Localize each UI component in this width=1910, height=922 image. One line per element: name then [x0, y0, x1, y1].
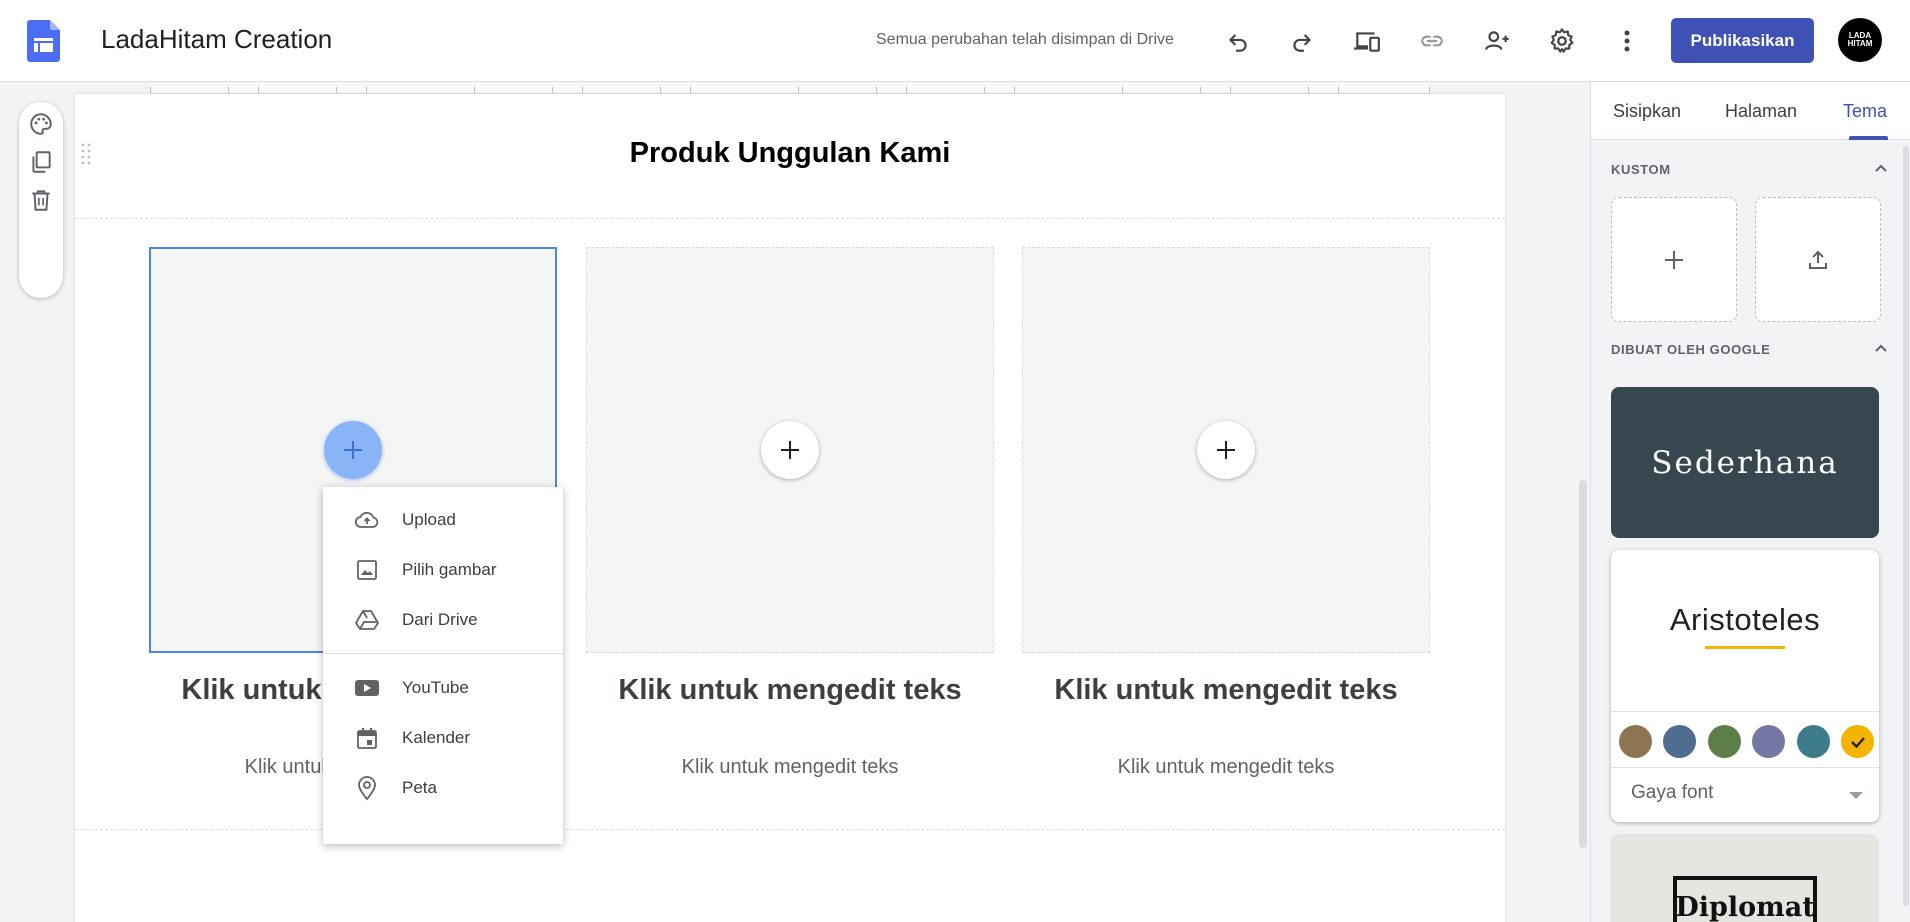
- avatar[interactable]: LADA HITAM: [1838, 18, 1882, 62]
- publish-button[interactable]: Publikasikan: [1671, 18, 1814, 63]
- insert-image-menu: Upload Pilih gambar Dari Drive YouTube K…: [323, 487, 563, 844]
- app-header: LadaHitam Creation Semua perubahan telah…: [0, 0, 1910, 82]
- menu-item-youtube[interactable]: YouTube: [323, 663, 563, 713]
- color-swatch[interactable]: [1619, 725, 1652, 758]
- section-divider: [75, 829, 1505, 830]
- panel-scrollbar[interactable]: [1903, 146, 1909, 906]
- card-text[interactable]: Klik untuk mengedit teks: [1022, 756, 1430, 779]
- theme-aristoteles[interactable]: Aristoteles Gaya font: [1611, 550, 1879, 822]
- map-pin-icon: [353, 774, 381, 802]
- theme-accent-underline: [1705, 646, 1785, 649]
- card-heading[interactable]: Klik untuk mengedit teks: [1022, 674, 1430, 707]
- more-vert-icon[interactable]: [1607, 21, 1647, 61]
- color-swatch[interactable]: [1752, 725, 1785, 758]
- add-image-button[interactable]: [324, 421, 382, 479]
- menu-item-peta[interactable]: Peta: [323, 763, 563, 813]
- preview-devices-icon[interactable]: [1347, 21, 1387, 61]
- color-swatch[interactable]: [1663, 725, 1696, 758]
- image-placeholder[interactable]: [1022, 247, 1430, 653]
- plus-icon: [1665, 250, 1683, 269]
- color-swatch-row: [1611, 711, 1879, 768]
- menu-item-dari-drive[interactable]: Dari Drive: [323, 595, 563, 645]
- upload-theme-button[interactable]: [1755, 197, 1881, 322]
- add-image-button[interactable]: [1197, 421, 1255, 479]
- group-label-google: DIBUAT OLEH GOOGLE: [1611, 342, 1771, 357]
- group-label-kustom: KUSTOM: [1611, 162, 1671, 177]
- theme-name: Aristoteles: [1669, 602, 1821, 637]
- editor-canvas: Produk Unggulan Kami Klik untuk mengedit…: [0, 82, 1590, 922]
- image-placeholder[interactable]: [586, 247, 994, 653]
- tab-halaman[interactable]: Halaman: [1725, 101, 1797, 122]
- cloud-upload-icon: [353, 506, 381, 534]
- link-icon[interactable]: [1412, 21, 1452, 61]
- menu-item-label: Kalender: [402, 728, 471, 747]
- delete-icon[interactable]: [27, 186, 55, 214]
- menu-item-label: Pilih gambar: [402, 560, 497, 579]
- section-toolbar: [19, 102, 63, 298]
- chevron-up-icon[interactable]: [1873, 340, 1889, 356]
- palette-icon[interactable]: [27, 110, 55, 138]
- menu-item-pilih-gambar[interactable]: Pilih gambar: [323, 545, 563, 595]
- menu-item-label: Peta: [402, 778, 437, 797]
- ruler: [150, 82, 1430, 94]
- menu-item-label: Dari Drive: [402, 610, 478, 629]
- add-image-button[interactable]: [761, 421, 819, 479]
- site-title[interactable]: LadaHitam Creation: [101, 24, 332, 55]
- tab-tema[interactable]: Tema: [1843, 101, 1887, 122]
- image-icon: [353, 556, 381, 584]
- youtube-icon: [353, 674, 381, 702]
- side-panel: Sisipkan Halaman Tema KUSTOM DIBUAT OLEH…: [1590, 82, 1910, 922]
- menu-divider: [323, 653, 563, 654]
- section-divider: [75, 218, 1505, 219]
- card-text[interactable]: Klik untuk mengedit teks: [586, 756, 994, 779]
- menu-item-label: Upload: [402, 510, 456, 529]
- add-custom-theme-button[interactable]: [1611, 197, 1737, 322]
- color-swatch[interactable]: [1708, 725, 1741, 758]
- menu-item-upload[interactable]: Upload: [323, 495, 563, 545]
- share-person-add-icon[interactable]: [1477, 21, 1517, 61]
- color-swatch-selected[interactable]: [1841, 725, 1874, 758]
- chevron-up-icon[interactable]: [1873, 160, 1889, 176]
- theme-sederhana[interactable]: Sederhana: [1611, 387, 1879, 538]
- upload-icon: [1809, 250, 1827, 269]
- theme-name: Diplomat: [1673, 876, 1817, 922]
- menu-item-label: YouTube: [402, 678, 469, 697]
- settings-gear-icon[interactable]: [1542, 21, 1582, 61]
- undo-icon[interactable]: [1218, 21, 1258, 61]
- duplicate-icon[interactable]: [27, 148, 55, 176]
- theme-diplomat[interactable]: Diplomat: [1611, 834, 1879, 922]
- dropdown-arrow-icon[interactable]: [1849, 792, 1863, 799]
- menu-item-kalender[interactable]: Kalender: [323, 713, 563, 763]
- sites-logo-icon[interactable]: [27, 20, 60, 62]
- card-heading[interactable]: Klik untuk mengedit teks: [586, 674, 994, 707]
- redo-icon[interactable]: [1282, 21, 1322, 61]
- drive-icon: [353, 606, 381, 634]
- font-style-dropdown[interactable]: Gaya font: [1631, 782, 1713, 804]
- calendar-icon: [353, 724, 381, 752]
- section-drag-handle-icon[interactable]: [80, 142, 92, 168]
- editor-scrollbar[interactable]: [1579, 480, 1587, 848]
- panel-tabs: Sisipkan Halaman Tema: [1591, 82, 1910, 140]
- check-icon: [1850, 736, 1865, 748]
- color-swatch[interactable]: [1797, 725, 1830, 758]
- active-tab-indicator: [1849, 136, 1888, 140]
- save-status-text: Semua perubahan telah disimpan di Drive: [876, 31, 1174, 48]
- section-title[interactable]: Produk Unggulan Kami: [75, 137, 1505, 170]
- tab-sisipkan[interactable]: Sisipkan: [1613, 101, 1681, 122]
